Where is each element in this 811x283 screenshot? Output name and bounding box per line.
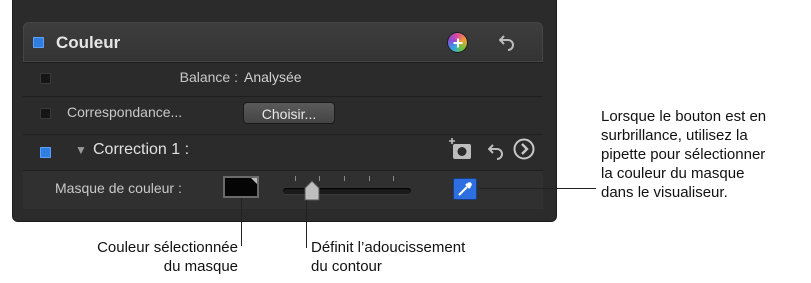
slider-thumb[interactable]: [303, 180, 321, 202]
callout-leader-left: [241, 198, 242, 246]
callout-line: Couleur sélectionnée: [97, 239, 238, 256]
match-label: Correspondance...: [67, 104, 183, 120]
callout-line: dans le visualiseur.: [601, 184, 728, 201]
mask-color-swatch[interactable]: [223, 176, 259, 198]
eyedropper-button[interactable]: [453, 178, 477, 200]
callout-line: Définit l’adoucissement: [311, 239, 466, 256]
callout-leader-right: [479, 188, 596, 189]
callout-left: Couleur sélectionnée du masque: [60, 238, 238, 276]
callout-line: la couleur du masque: [601, 165, 745, 182]
section-title: Couleur: [56, 33, 121, 52]
callout-right: Lorsque le bouton est en surbrillance, u…: [601, 107, 766, 202]
slider-tick: [369, 176, 370, 181]
callout-line: Lorsque le bouton est en: [601, 108, 767, 125]
color-section-header: Couleur: [23, 22, 543, 62]
slider-tick: [344, 176, 345, 181]
mask-label: Masque de couleur :: [55, 180, 182, 196]
add-circle-icon[interactable]: [448, 33, 467, 52]
color-inspector-panel: Couleur Balance : Analysée Correspondanc…: [12, 0, 557, 222]
divider: [23, 134, 543, 135]
choose-button[interactable]: Choisir...: [243, 102, 335, 124]
callout-leader-middle: [306, 200, 307, 248]
divider: [23, 96, 543, 97]
reset-arrow-icon[interactable]: [499, 34, 515, 52]
divider: [23, 62, 543, 63]
enable-checkbox-correction[interactable]: [40, 147, 51, 158]
callout-line: pipette pour sélectionner: [601, 146, 766, 163]
enable-checkbox-color[interactable]: [33, 37, 44, 48]
chevron-right-circle-icon[interactable]: [513, 138, 535, 160]
correction-title: Correction 1 :: [93, 141, 190, 158]
callout-line: du masque: [163, 258, 238, 275]
softness-slider[interactable]: [283, 174, 413, 204]
balance-label: Balance :: [179, 69, 238, 85]
slider-tick: [295, 176, 296, 181]
callout-line: du contour: [311, 258, 382, 275]
slider-tick: [393, 176, 394, 181]
callout-middle: Définit l’adoucissement du contour: [311, 238, 465, 276]
disclosure-triangle-icon[interactable]: ▼: [75, 143, 87, 157]
shape-mask-icon[interactable]: [449, 137, 475, 161]
callout-line: surbrillance, utilisez la: [601, 127, 748, 144]
balance-value[interactable]: Analysée: [244, 69, 302, 85]
enable-checkbox-balance[interactable]: [40, 73, 51, 84]
enable-checkbox-match[interactable]: [40, 108, 51, 119]
reset-arrow-icon[interactable]: [488, 143, 504, 161]
eyedropper-icon: [458, 182, 472, 196]
